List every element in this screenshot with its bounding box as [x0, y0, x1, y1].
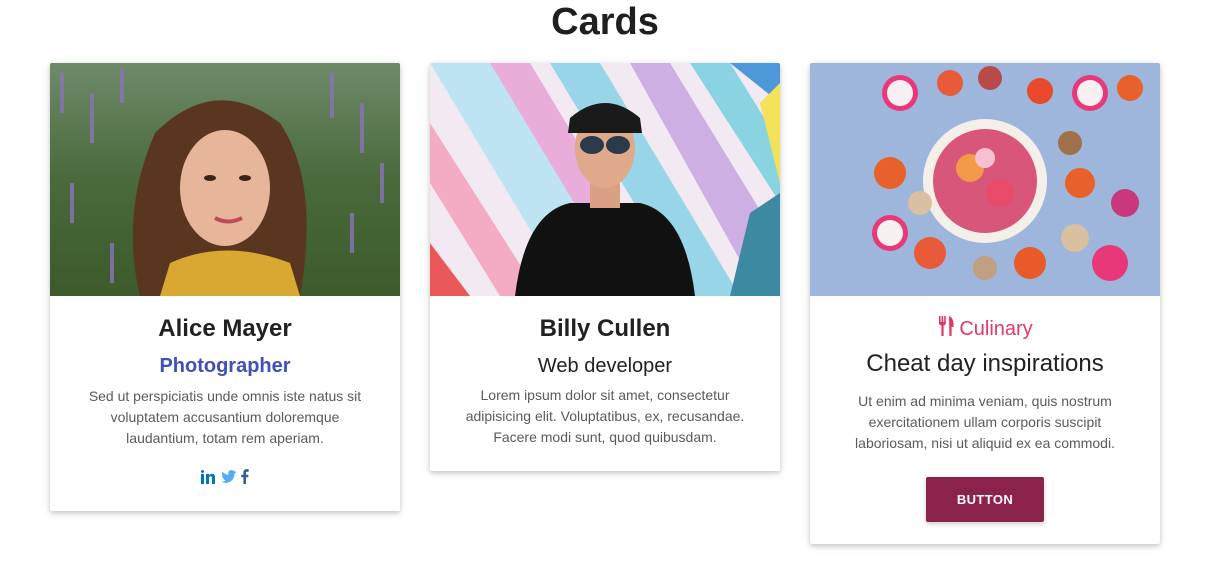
category-text: Culinary	[959, 318, 1033, 340]
twitter-icon[interactable]	[221, 470, 236, 483]
social-links	[74, 469, 376, 484]
category-label: Culinary	[834, 316, 1136, 342]
profile-card-billy: Billy Cullen Web developer Lorem ipsum d…	[430, 63, 780, 471]
card-description: Ut enim ad minima veniam, quis nostrum e…	[855, 393, 1115, 451]
card-role: Web developer	[537, 355, 673, 377]
facebook-icon[interactable]	[240, 469, 249, 484]
card-description: Lorem ipsum dolor sit amet, consectetur …	[465, 387, 745, 445]
recipe-card: Culinary Cheat day inspirations Ut enim …	[810, 63, 1160, 544]
linkedin-icon[interactable]	[201, 469, 217, 484]
card-photo-alice	[50, 63, 400, 296]
card-name: Alice Mayer	[158, 315, 292, 342]
profile-card-alice: Alice Mayer Photographer Sed ut perspici…	[50, 63, 400, 511]
card-photo-billy	[430, 63, 780, 296]
card-name: Billy Cullen	[539, 315, 671, 342]
card-photo-food	[810, 63, 1160, 296]
card-headline: Cheat day inspirations	[866, 350, 1104, 377]
card-role: Photographer	[159, 355, 291, 377]
page-title: Cards	[551, 1, 659, 43]
card-description: Sed ut perspiciatis unde omnis iste natu…	[88, 388, 362, 446]
card-button[interactable]: BUTTON	[926, 477, 1044, 522]
cutlery-icon	[937, 316, 955, 342]
